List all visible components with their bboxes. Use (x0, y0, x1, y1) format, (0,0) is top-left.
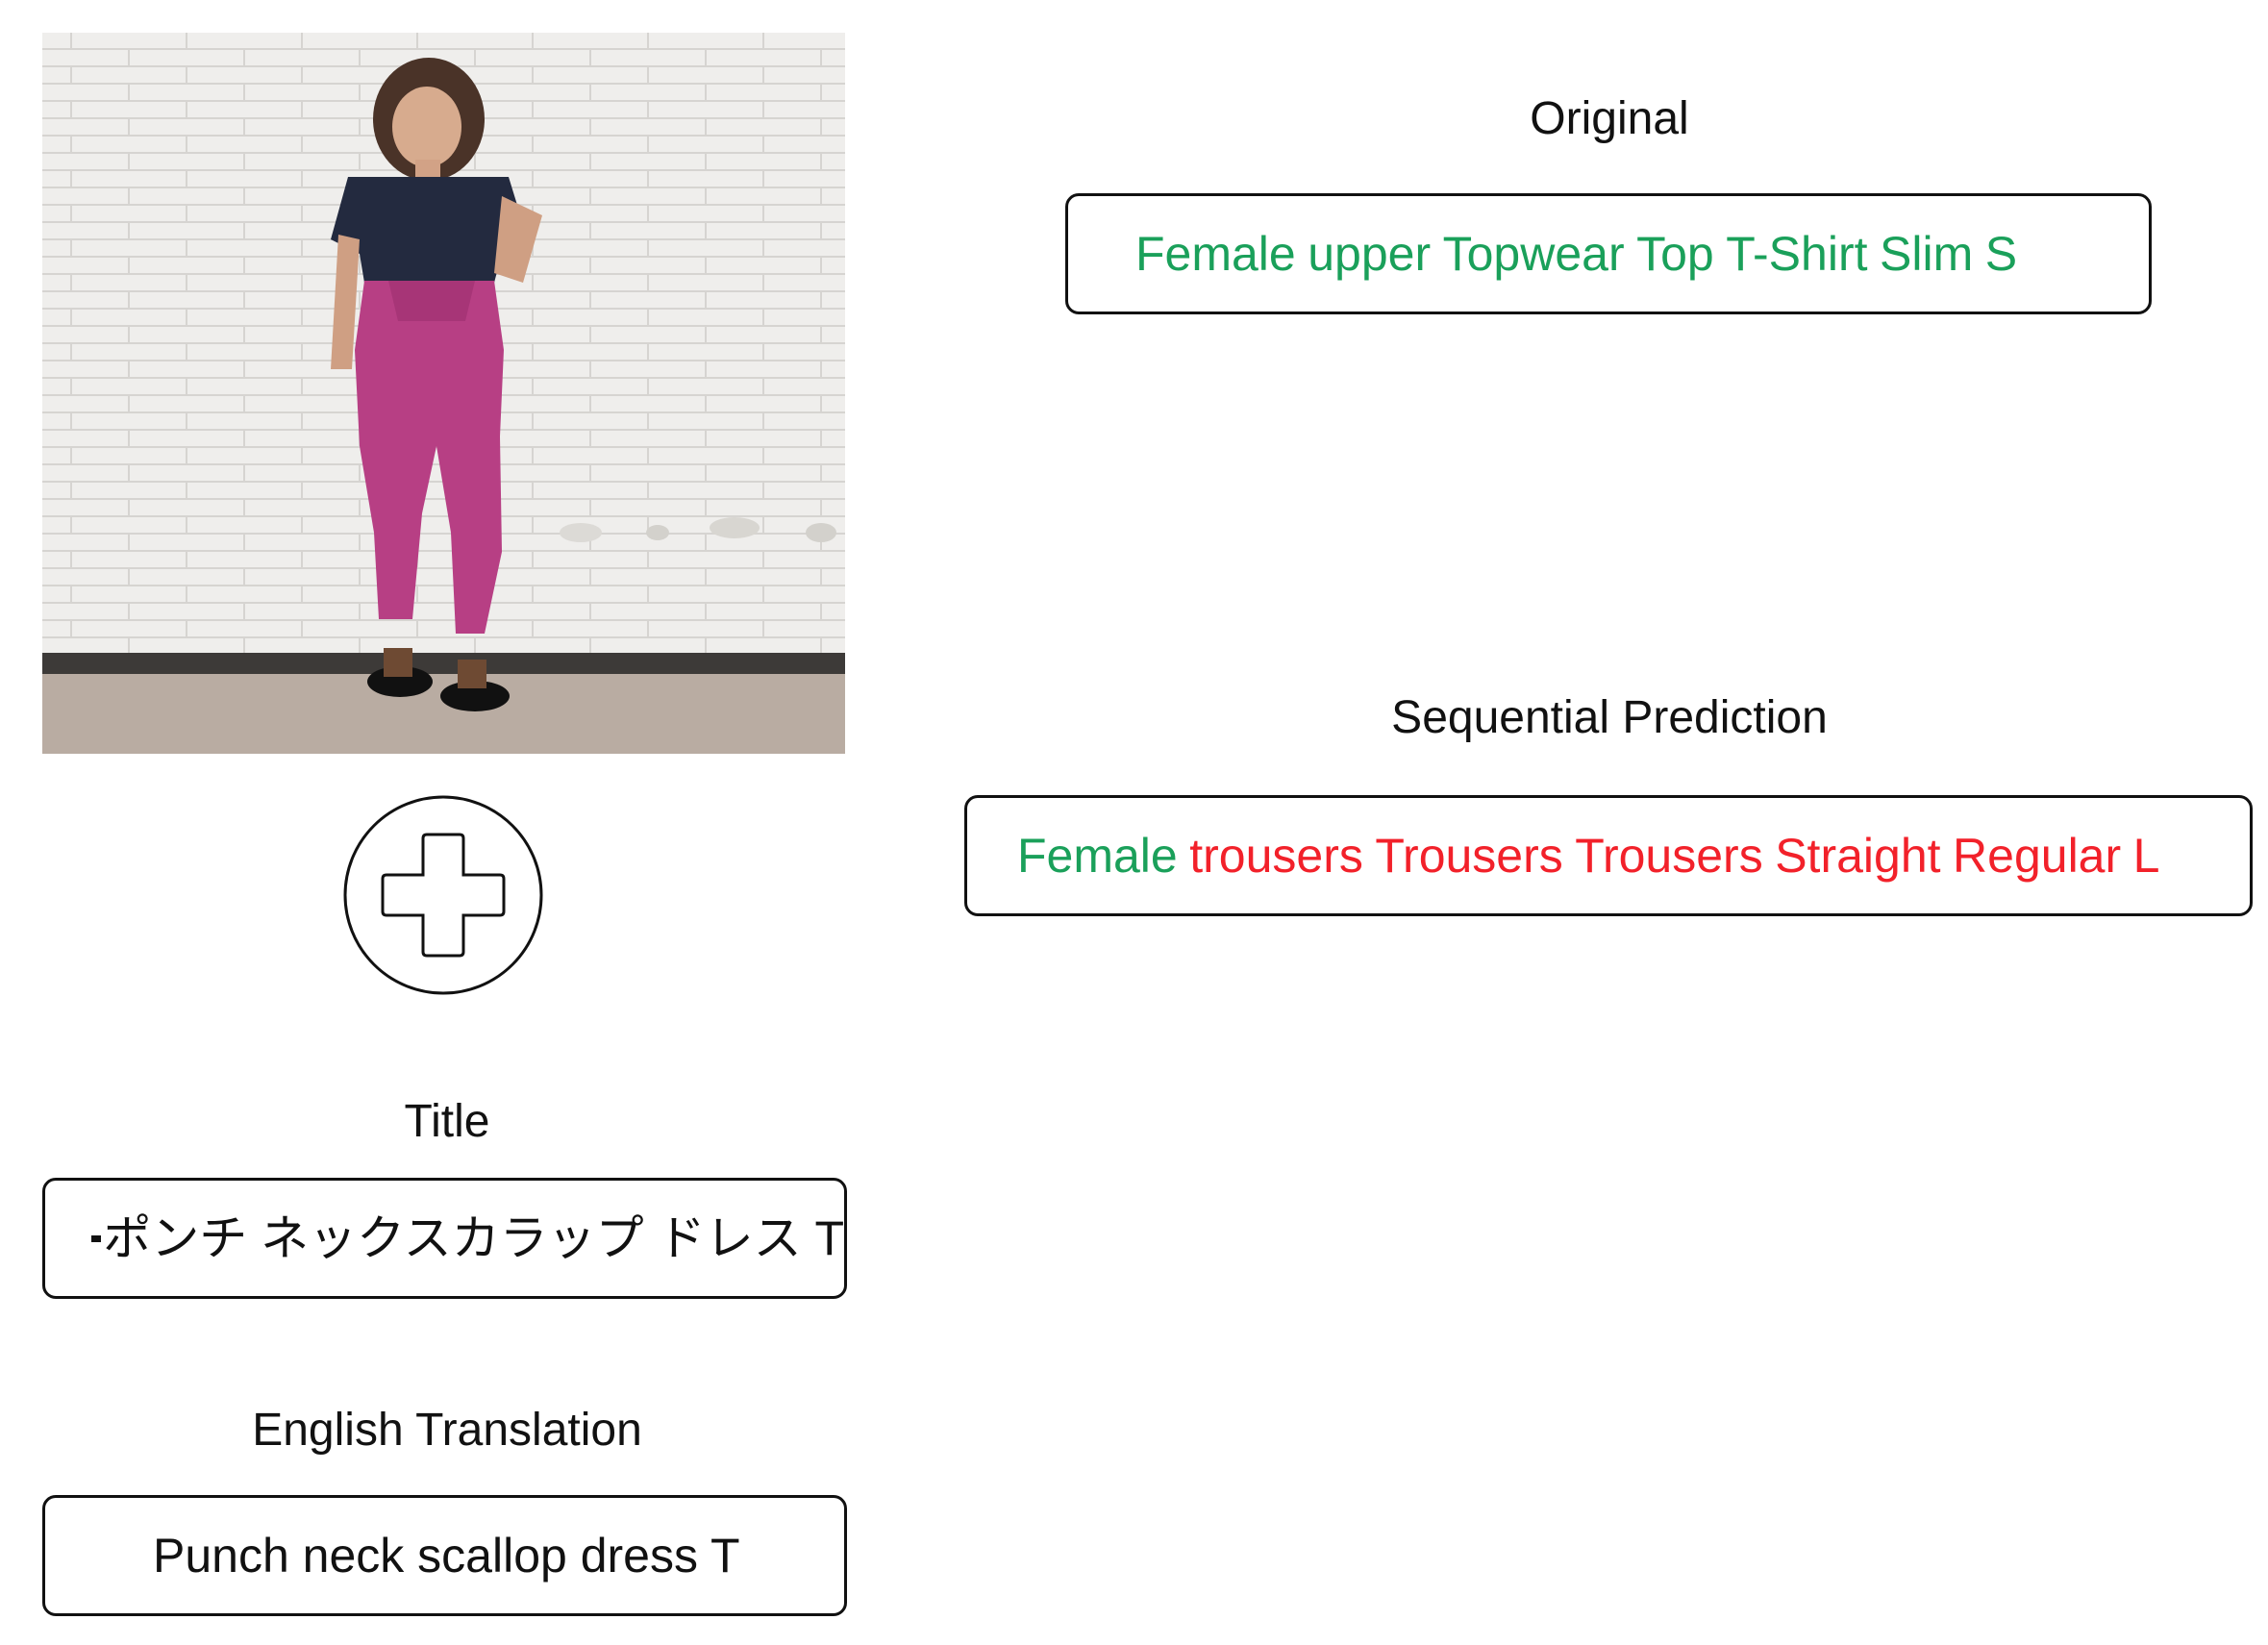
original-token: upper (1308, 227, 1432, 281)
original-attributes-box: Female upper Topwear Top T-Shirt Slim S (1065, 193, 2152, 314)
original-label: Original (1530, 93, 1689, 144)
original-token: Top (1636, 227, 1714, 281)
text-cursor (91, 1234, 102, 1242)
prediction-token: Regular (1953, 829, 2122, 883)
prediction-token: Trousers (1375, 829, 1563, 883)
prediction-token: Trousers (1575, 829, 1763, 883)
english-translation-label: English Translation (252, 1405, 642, 1456)
original-token: Slim (1880, 227, 1974, 281)
title-box: ポンチ ネックスカラップ ドレス T (42, 1178, 847, 1299)
prediction-token: Female (1017, 829, 1178, 883)
product-photo (42, 33, 845, 754)
prediction-token: trousers (1189, 829, 1363, 883)
sequential-prediction-label: Sequential Prediction (1391, 692, 1828, 743)
original-token: S (1984, 227, 2018, 281)
sequential-prediction-box: Female trousers Trousers Trousers Straig… (964, 795, 2253, 916)
translation-box: Punch neck scallop dress T (42, 1495, 847, 1616)
original-token: T-Shirt (1726, 227, 1868, 281)
title-label: Title (404, 1096, 490, 1147)
original-token: Topwear (1442, 227, 1625, 281)
title-text: ポンチ ネックスカラップ ドレス T (103, 1211, 844, 1265)
prediction-token: Straight (1775, 829, 1941, 883)
plus-icon (342, 794, 544, 996)
original-token: Female (1135, 227, 1296, 281)
prediction-token: L (2132, 829, 2160, 883)
translation-text: Punch neck scallop dress T (153, 1529, 740, 1583)
